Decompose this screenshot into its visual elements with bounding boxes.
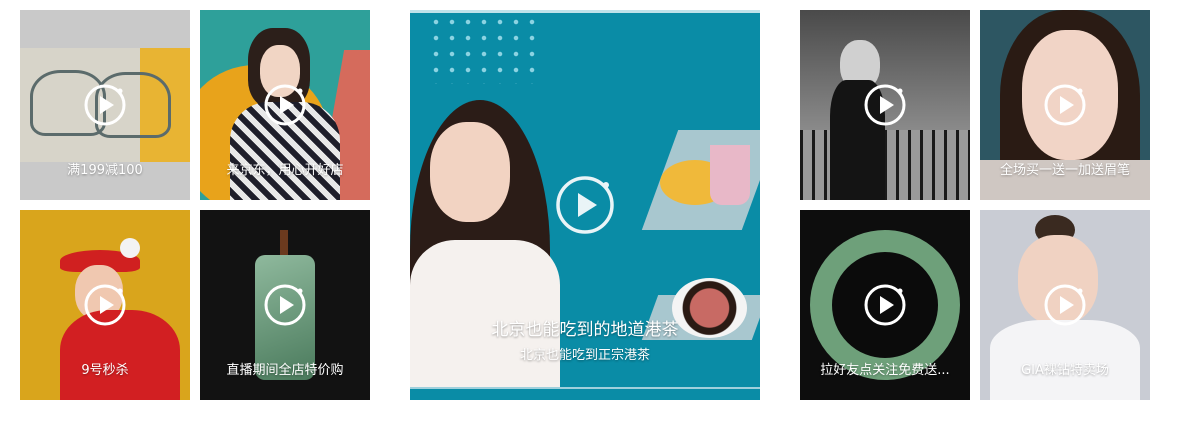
featured-subtitle: 北京也能吃到正宗港茶 <box>519 348 650 363</box>
video-tile-5[interactable] <box>800 10 970 200</box>
tile-caption: GIA裸钻特卖场 <box>1021 363 1109 378</box>
tile-caption: 来京东，用心开好店 <box>226 163 344 178</box>
featured-title: 北京也能吃到的地道港茶 <box>491 320 679 340</box>
tile-caption: 拉好友点关注免费送... <box>820 363 950 378</box>
play-circle-icon[interactable] <box>83 83 127 127</box>
video-tile-8[interactable]: GIA裸钻特卖场 <box>980 210 1150 400</box>
play-circle-icon[interactable] <box>83 283 127 327</box>
video-tile-2[interactable]: 来京东，用心开好店 <box>200 10 370 200</box>
tile-caption: 直播期间全店特价购 <box>226 363 344 378</box>
play-circle-icon[interactable] <box>863 283 907 327</box>
tile-caption: 9号秒杀 <box>81 363 129 378</box>
balcony-railing <box>800 130 970 200</box>
top-border <box>410 10 760 13</box>
video-tile-6[interactable]: 全场买一送一加送眉笔 <box>980 10 1150 200</box>
play-circle-icon[interactable] <box>263 83 307 127</box>
dot-pattern <box>428 14 538 84</box>
tile-caption: 全场买一送一加送眉笔 <box>999 163 1130 178</box>
drink-glass <box>710 145 750 205</box>
video-tile-7[interactable]: 拉好友点关注免费送... <box>800 210 970 400</box>
video-tile-1[interactable]: 满199减100 <box>20 10 190 200</box>
featured-video-tile[interactable]: 北京也能吃到的地道港茶 北京也能吃到正宗港茶 <box>410 10 760 400</box>
host-face <box>430 122 510 222</box>
play-circle-icon[interactable] <box>1043 283 1087 327</box>
play-circle-icon[interactable] <box>555 175 615 235</box>
flower <box>120 238 140 258</box>
play-circle-icon[interactable] <box>1043 83 1087 127</box>
play-circle-icon[interactable] <box>863 83 907 127</box>
bottom-bar <box>410 387 760 400</box>
video-tile-3[interactable]: 9号秒杀 <box>20 210 190 400</box>
tile-caption: 满199减100 <box>67 163 143 178</box>
video-tile-4[interactable]: 直播期间全店特价购 <box>200 210 370 400</box>
play-circle-icon[interactable] <box>263 283 307 327</box>
